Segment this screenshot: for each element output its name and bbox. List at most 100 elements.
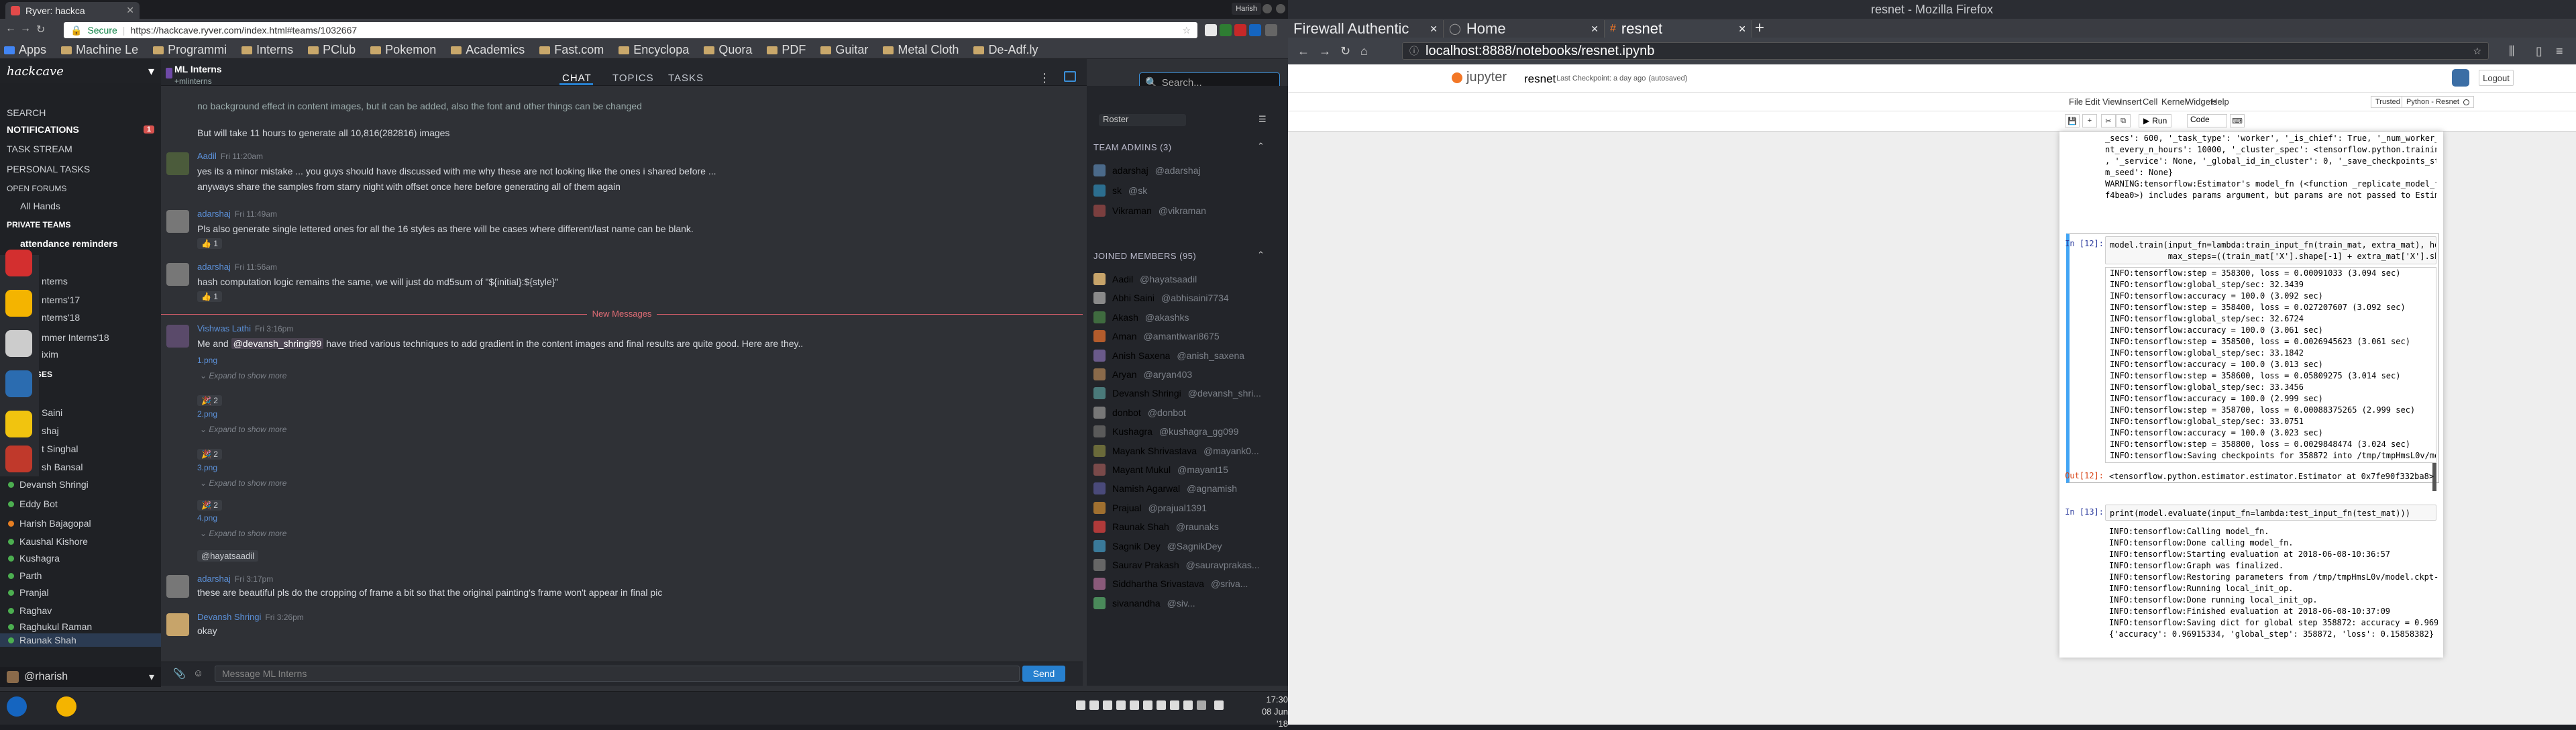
tab-tasks[interactable]: TASKS bbox=[668, 72, 704, 84]
reaction[interactable]: 👍 1 bbox=[197, 238, 222, 249]
new-tab-icon[interactable]: + bbox=[1755, 19, 1764, 38]
file-link[interactable]: 3.png bbox=[197, 463, 217, 472]
sidebar-item[interactable]: Pranjal bbox=[0, 586, 161, 599]
roster-user[interactable]: Mayant Mukul @mayant15 bbox=[1093, 462, 1281, 478]
sender[interactable]: adarshaj Fri 11:56am bbox=[197, 262, 277, 272]
roster-user[interactable]: adarshaj @adarshaj bbox=[1093, 162, 1281, 178]
roster-user[interactable]: sivanandha @siv... bbox=[1093, 595, 1281, 611]
chevron-up-icon[interactable]: ⌃ bbox=[1257, 250, 1265, 260]
close-tab-icon[interactable]: ✕ bbox=[1591, 23, 1599, 35]
bookmark-item[interactable]: Fast.com bbox=[539, 43, 604, 57]
sidebar-item[interactable]: Harish Bajagopal bbox=[0, 517, 161, 530]
tray-icon[interactable] bbox=[1103, 700, 1112, 710]
chrome-tab-ryver[interactable]: Ryver: hackca ✕ bbox=[5, 2, 140, 19]
close-tab-icon[interactable]: ✕ bbox=[126, 5, 134, 16]
bookmark-item[interactable]: Interns bbox=[241, 43, 293, 57]
chevron-up-icon[interactable]: ⌃ bbox=[1257, 141, 1265, 152]
menu-kernel[interactable]: Kernel bbox=[2161, 97, 2187, 107]
user-mention[interactable]: @devansh_shringi99 bbox=[231, 338, 324, 349]
chrome-dock-icon[interactable] bbox=[5, 290, 32, 317]
emoji-icon[interactable]: ☺ bbox=[193, 668, 203, 679]
sidebar-item[interactable]: Parth bbox=[0, 569, 161, 582]
tray-icon[interactable] bbox=[1143, 700, 1152, 710]
profile-bar[interactable]: @rharish ▾ bbox=[0, 667, 161, 687]
menu-insert[interactable]: Insert bbox=[2120, 97, 2142, 107]
code-input[interactable]: print(model.evaluate(input_fn=lambda:tes… bbox=[2105, 505, 2436, 521]
bookmark-item[interactable]: Pokemon bbox=[370, 43, 436, 57]
wifi-icon[interactable] bbox=[1183, 700, 1193, 710]
chevron-down-icon[interactable]: ▾ bbox=[149, 670, 154, 684]
expand-link[interactable]: ⌄ Expand to show more bbox=[200, 371, 286, 380]
address-bar[interactable]: ⓘ localhost:8888/notebooks/resnet.ipynb … bbox=[1402, 42, 2489, 60]
mail-dock-icon[interactable] bbox=[5, 411, 32, 437]
launcher-icon[interactable] bbox=[7, 696, 27, 717]
reaction[interactable]: 🎉 2 bbox=[197, 449, 222, 460]
jupyter-logo[interactable]: jupyter bbox=[1452, 70, 1507, 85]
roster-select[interactable]: Roster bbox=[1099, 114, 1186, 126]
bookmark-item[interactable]: PClub bbox=[308, 43, 356, 57]
extension-icon[interactable] bbox=[1234, 24, 1246, 36]
tab-chat[interactable]: CHAT bbox=[562, 72, 592, 84]
back-icon[interactable]: ← bbox=[5, 23, 16, 35]
reaction[interactable]: 🎉 2 bbox=[197, 500, 222, 511]
extension-icon[interactable] bbox=[1205, 24, 1217, 36]
sidebar-icon[interactable]: ▯ bbox=[2536, 44, 2542, 58]
extension-icon[interactable] bbox=[1249, 24, 1261, 36]
bookmark-item[interactable]: Apps bbox=[4, 43, 46, 57]
sidebar-item[interactable]: SEARCH bbox=[0, 106, 161, 119]
roster-user[interactable]: Prajual @prajual1391 bbox=[1093, 500, 1281, 516]
tray-icon[interactable] bbox=[1076, 700, 1085, 710]
sidebar-item[interactable]: Eddy Bot bbox=[0, 497, 161, 511]
joined-members-header[interactable]: JOINED MEMBERS (95) bbox=[1093, 251, 1196, 261]
trusted-indicator[interactable]: Trusted bbox=[2371, 96, 2405, 108]
stream-title[interactable]: ML Interns bbox=[174, 64, 222, 74]
code-input[interactable]: model.train(input_fn=lambda:train_input_… bbox=[2105, 236, 2436, 264]
menu-icon[interactable] bbox=[1265, 24, 1277, 36]
file-link[interactable]: 2.png bbox=[197, 409, 217, 419]
more-icon[interactable]: ⋮ bbox=[1038, 71, 1051, 85]
bookmark-item[interactable]: Encyclopa bbox=[619, 43, 689, 57]
tray-icon[interactable] bbox=[1089, 700, 1099, 710]
roster-user[interactable]: Abhi Saini @abhisaini7734 bbox=[1093, 290, 1281, 306]
tab-resnet[interactable]: # resnet ✕ bbox=[1605, 20, 1752, 38]
back-icon[interactable]: ← bbox=[1297, 44, 1309, 58]
logout-button[interactable]: Logout bbox=[2479, 70, 2514, 86]
file-link[interactable]: 4.png bbox=[197, 513, 217, 523]
reaction[interactable]: 👍 1 bbox=[197, 291, 222, 302]
reaction[interactable]: 🎉 2 bbox=[197, 395, 222, 406]
roster-user[interactable]: Saurav Prakash @sauravprakas... bbox=[1093, 557, 1281, 573]
roster-user[interactable]: Namish Agarwal @agnamish bbox=[1093, 480, 1281, 497]
menu-cell[interactable]: Cell bbox=[2143, 97, 2157, 107]
tray-icon[interactable] bbox=[1116, 700, 1126, 710]
bookmark-item[interactable]: Guitar bbox=[820, 43, 868, 57]
sidebar-item[interactable]: Raunak Shah bbox=[0, 633, 161, 647]
info-icon[interactable]: ⓘ bbox=[1409, 44, 1419, 58]
roster-user[interactable]: donbot @donbot bbox=[1093, 405, 1281, 421]
roster-user[interactable]: Aadil @hayatsaadil bbox=[1093, 271, 1281, 287]
roster-user[interactable]: Sagnik Dey @SagnikDey bbox=[1093, 538, 1281, 554]
power-icon[interactable] bbox=[1214, 700, 1224, 710]
sidebar-item[interactable]: TASK STREAM bbox=[0, 142, 161, 156]
menu-help[interactable]: Help bbox=[2211, 97, 2229, 107]
sort-icon[interactable]: ☰ bbox=[1258, 114, 1267, 125]
roster-user[interactable]: Mayank Shrivastava @mayank0... bbox=[1093, 443, 1281, 459]
file-link[interactable]: 1.png bbox=[197, 356, 217, 365]
notebook-name[interactable]: resnet bbox=[1524, 72, 1556, 86]
expand-link[interactable]: ⌄ Expand to show more bbox=[200, 478, 286, 488]
sidebar-item[interactable]: All Hands bbox=[0, 199, 161, 213]
bookmark-item[interactable]: Quora bbox=[704, 43, 752, 57]
user-mention-chip[interactable]: @hayatsaadil bbox=[197, 550, 258, 562]
menu-view[interactable]: View bbox=[2102, 97, 2121, 107]
sender[interactable]: adarshaj Fri 11:49am bbox=[197, 209, 277, 219]
menu-file[interactable]: File bbox=[2069, 97, 2083, 107]
roster-user[interactable]: Devansh Shringi @devansh_shri... bbox=[1093, 385, 1281, 401]
save-icon[interactable]: 💾 bbox=[2065, 114, 2080, 127]
org-header[interactable]: hackcave ▾ bbox=[0, 59, 161, 83]
team-admins-header[interactable]: TEAM ADMINS (3) bbox=[1093, 142, 1172, 152]
cell-type-select[interactable]: Code bbox=[2187, 114, 2227, 127]
home-icon[interactable]: ⌂ bbox=[1360, 44, 1368, 58]
bookmark-item[interactable]: Machine Le bbox=[61, 43, 138, 57]
expand-link[interactable]: ⌄ Expand to show more bbox=[200, 529, 286, 538]
cut-icon[interactable]: ✂ bbox=[2101, 114, 2116, 127]
menu-icon[interactable]: ≡ bbox=[2556, 44, 2563, 58]
